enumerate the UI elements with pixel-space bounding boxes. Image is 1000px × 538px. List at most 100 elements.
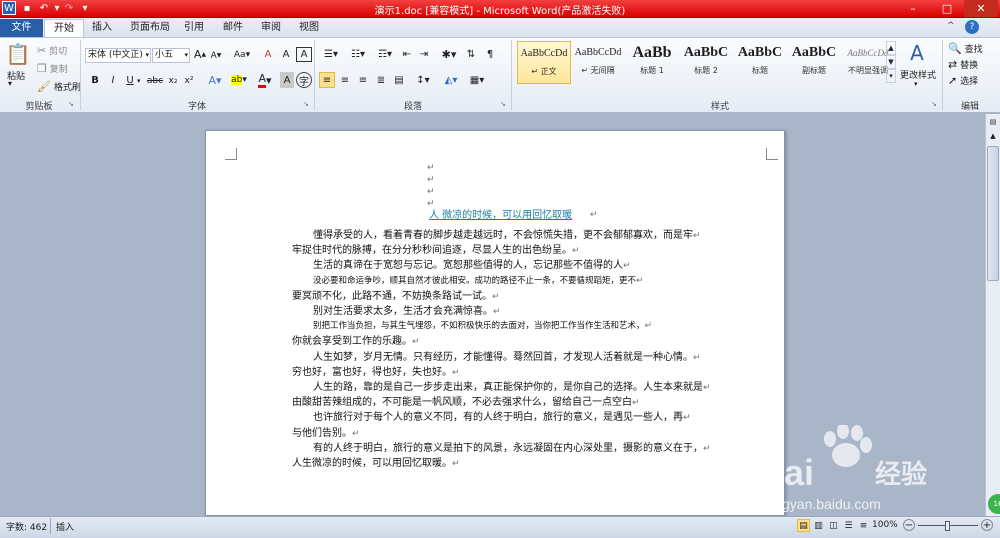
asian-layout-button[interactable]: ✱ ▾	[438, 47, 460, 62]
text-effects-button[interactable]: A ▾	[205, 72, 225, 88]
save-icon[interactable]: ▪	[20, 1, 34, 15]
replace-button[interactable]: ⇄ 替换	[948, 58, 978, 71]
paragraph-launcher-icon[interactable]: ↘	[500, 100, 506, 108]
distributed-button[interactable]: ▤	[391, 72, 407, 88]
change-case-button[interactable]: Aa ▾	[232, 47, 252, 62]
numbering-button[interactable]: ☷ ▾	[345, 47, 371, 62]
zoom-level[interactable]: 100%	[872, 520, 898, 530]
font-launcher-icon[interactable]: ↘	[303, 100, 309, 108]
strikethrough-button[interactable]: abc	[146, 73, 164, 88]
copy-button[interactable]: ❐ 复制	[37, 62, 68, 75]
justify-button[interactable]: ≣	[373, 72, 389, 88]
minimize-button[interactable]: –	[896, 0, 930, 17]
draft-view-icon[interactable]: ≡	[857, 519, 870, 532]
scrollbar-thumb[interactable]	[987, 146, 999, 281]
document-line[interactable]: 穷也好，富也好，得也好，失也好。↵	[292, 365, 460, 381]
shading-button[interactable]: ◭ ▾	[440, 72, 462, 88]
document-line[interactable]: 与他们告别。↵	[292, 426, 360, 442]
font-name-combo[interactable]: 宋体 (中文正) ▾	[85, 48, 151, 63]
help-icon[interactable]: ?	[965, 20, 979, 34]
undo-icon[interactable]: ↶	[37, 1, 51, 15]
redo-icon[interactable]: ↷	[62, 1, 76, 15]
word-count[interactable]: 字数: 462	[6, 520, 47, 533]
italic-button[interactable]: I	[106, 73, 120, 88]
line-spacing-button[interactable]: ↕ ▾	[412, 72, 434, 88]
tab-view[interactable]: 视图	[290, 19, 328, 37]
format-painter-button[interactable]: 🖌 格式刷	[37, 80, 81, 93]
styles-launcher-icon[interactable]: ↘	[931, 100, 937, 108]
document-line[interactable]: 别对生活要求太多，生活才会充满惊喜。↵	[313, 304, 501, 320]
document-line[interactable]: 别把工作当负担，与其生气埋怨，不如积极快乐的去面对，当你把工作当作生活和艺术，↵	[313, 319, 652, 334]
underline-button[interactable]: U	[123, 73, 137, 88]
superscript-button[interactable]: x²	[182, 73, 196, 88]
styles-scroll-down-icon[interactable]: ▼	[886, 55, 896, 69]
style-no-spacing[interactable]: AaBbCcDd ↵ 无间隔	[571, 41, 625, 84]
font-size-combo[interactable]: 小五 ▾	[152, 48, 190, 63]
clipboard-launcher-icon[interactable]: ↘	[68, 100, 74, 108]
tab-insert[interactable]: 插入	[83, 19, 121, 37]
minimize-ribbon-icon[interactable]: ^	[947, 21, 959, 33]
style-subtitle[interactable]: AaBbC 副标题	[787, 41, 841, 84]
bold-button[interactable]: B	[88, 73, 102, 88]
tab-references[interactable]: 引用	[175, 19, 213, 37]
increase-indent-button[interactable]: ⇥	[416, 47, 432, 62]
chevron-down-icon[interactable]: ▾	[914, 80, 918, 88]
document-line[interactable]: 也许旅行对于每个人的意义不同，有的人终于明白，旅行的意义，是遇见一些人，再↵	[313, 410, 691, 426]
align-center-button[interactable]: ≡	[337, 72, 353, 88]
font-color-button[interactable]: A ▾	[255, 72, 275, 88]
zoom-slider-thumb[interactable]	[945, 521, 950, 531]
select-button[interactable]: ➚ 选择	[948, 74, 978, 87]
full-screen-reading-icon[interactable]: ▥	[812, 519, 825, 532]
tab-page-layout[interactable]: 页面布局	[121, 19, 179, 37]
grow-font-button[interactable]: A ▲	[193, 47, 207, 62]
document-line[interactable]: 牢捉住时代的脉搏，在分分秒秒间追逐，尽显人生的出色纷呈。↵	[292, 243, 580, 259]
borders-button[interactable]: ▦ ▾	[466, 72, 488, 88]
styles-more-icon[interactable]: ▾	[886, 69, 896, 83]
customize-qat-icon[interactable]: ▾	[78, 1, 92, 15]
document-heading[interactable]: 人 微凉的时候，可以用回忆取暖	[429, 208, 572, 223]
document-line[interactable]: 你就会享受到工作的乐趣。↵	[292, 334, 420, 350]
align-left-button[interactable]: ≡	[319, 72, 335, 88]
document-line[interactable]: 人生的路，靠的是自己一步步走出来，真正能保护你的，是你自己的选择。人生本来就是↵	[313, 380, 711, 396]
styles-scroll-up-icon[interactable]: ▲	[886, 41, 896, 55]
underline-dropdown-icon[interactable]: ▾	[137, 77, 141, 85]
document-page[interactable]: ↵ ↵ ↵ ↵ 人 微凉的时候，可以用回忆取暖 ↵ 懂得承受的人，看着青春的脚步越走越远时，…	[205, 130, 785, 516]
align-right-button[interactable]: ≡	[355, 72, 371, 88]
outline-view-icon[interactable]: ☰	[842, 519, 855, 532]
highlight-button[interactable]: ab ▾	[229, 72, 249, 88]
document-line[interactable]: 人生微凉的时候，可以用回忆取暖。↵	[292, 456, 460, 472]
close-button[interactable]: ✕	[964, 0, 998, 17]
print-layout-view-icon[interactable]: ▤	[797, 519, 810, 532]
style-normal[interactable]: AaBbCcDd ↵ 正文	[517, 41, 571, 84]
document-line[interactable]: 有的人终于明白，旅行的意义是拍下的风景，永远凝固在内心深处里，摄影的意义在于，↵	[313, 441, 711, 457]
zoom-in-button[interactable]: +	[981, 519, 993, 531]
scroll-up-icon[interactable]: ▲	[988, 132, 998, 142]
tab-mailings[interactable]: 邮件	[214, 19, 252, 37]
change-styles-button[interactable]: 更改样式	[900, 68, 936, 81]
bullets-button[interactable]: ☰ ▾	[318, 47, 344, 62]
enclose-char-button[interactable]: 字	[296, 72, 312, 88]
clear-format-button[interactable]: A	[260, 47, 276, 62]
sort-button[interactable]: ⇅	[463, 47, 479, 62]
subscript-button[interactable]: x₂	[166, 73, 180, 88]
document-line[interactable]: 要冥顽不化，此路不通，不妨换条路试一试。↵	[292, 289, 500, 305]
style-title[interactable]: AaBbC 标题	[733, 41, 787, 84]
multilevel-list-button[interactable]: ☶ ▾	[372, 47, 398, 62]
char-shading-button[interactable]: A	[280, 72, 294, 88]
document-line[interactable]: 生活的真谛在于宽恕与忘记。宽恕那些值得的人，忘记那些不值得的人↵	[313, 258, 631, 274]
zoom-out-button[interactable]: −	[903, 519, 915, 531]
style-heading-1[interactable]: AaBb 标题 1	[625, 41, 679, 84]
web-layout-icon[interactable]: ◫	[827, 519, 840, 532]
tab-review[interactable]: 审阅	[252, 19, 290, 37]
ruler-toggle-icon[interactable]: ▤	[988, 118, 998, 128]
word-app-icon[interactable]: W	[2, 1, 16, 15]
paste-icon[interactable]: 📋	[5, 42, 31, 66]
tab-file[interactable]: 文件	[0, 19, 43, 37]
tab-home[interactable]: 开始	[44, 19, 84, 37]
document-line[interactable]: 人生如梦，岁月无情。只有经历，才能懂得。蓦然回首，才发现人活着就是一种心情。↵	[313, 350, 701, 366]
decrease-indent-button[interactable]: ⇤	[399, 47, 415, 62]
document-line[interactable]: 懂得承受的人，看着青春的脚步越走越远时，不会惊慌失措，更不会郁郁寡欢，而是牢↵	[313, 228, 701, 244]
shrink-font-button[interactable]: A ▼	[209, 48, 223, 63]
find-button[interactable]: 🔍 查找	[948, 42, 983, 55]
insert-mode[interactable]: 插入	[56, 520, 74, 533]
